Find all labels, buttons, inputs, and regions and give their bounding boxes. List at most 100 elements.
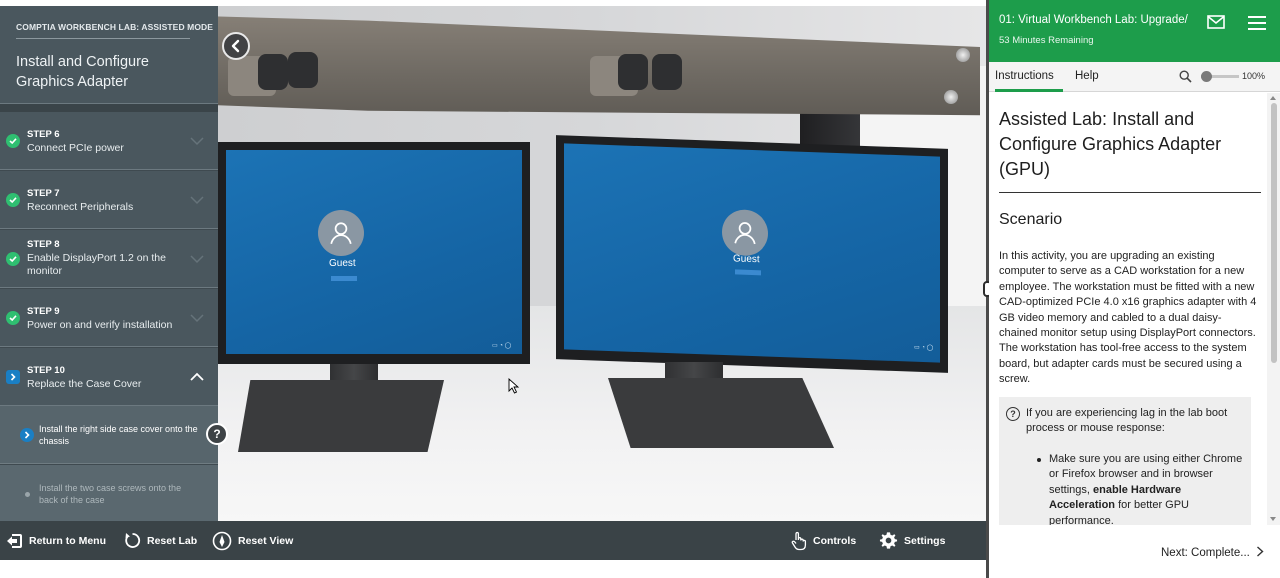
sign-in-button[interactable] (331, 276, 357, 281)
tab-instructions[interactable]: Instructions (995, 62, 1063, 92)
scroll-down-arrow-icon[interactable] (1270, 517, 1276, 521)
hand-pointer-icon (791, 531, 807, 550)
login-username: Guest (329, 258, 356, 269)
lab-heading: Assisted Lab: Install and Configure Grap… (999, 107, 1261, 193)
step-number: STEP 6 (27, 129, 60, 140)
power-outlet[interactable] (288, 52, 318, 88)
pending-dot-icon (20, 487, 34, 501)
lab-title: Install and Configure Graphics Adapter (16, 54, 149, 90)
gear-icon (879, 532, 898, 549)
step-name: Connect PCIe power (27, 142, 124, 154)
instructions-footer: Next: Complete... (989, 525, 1280, 578)
shelf-screw (956, 48, 970, 62)
current-step-arrow-icon (20, 428, 34, 442)
zoom-slider-knob[interactable] (1201, 71, 1212, 82)
user-avatar-icon (318, 210, 364, 256)
question-help-button[interactable]: ? (206, 423, 228, 445)
steps-panel-header: COMPTIA WORKBENCH LAB: ASSISTED MODE Ins… (0, 6, 218, 104)
reset-lab-label: Reset Lab (147, 534, 198, 547)
zoom-slider[interactable] (1201, 71, 1239, 82)
lab-steps-panel: COMPTIA WORKBENCH LAB: ASSISTED MODE Ins… (0, 6, 218, 521)
step-name: Power on and verify installation (27, 319, 173, 331)
reset-icon (125, 533, 141, 548)
tab-help[interactable]: Help (1075, 62, 1099, 92)
right-monitor[interactable]: Guest ▭ ◔ ◯ (556, 135, 948, 373)
step-6[interactable]: STEP 6 Connect PCIe power (0, 112, 218, 170)
step-number: STEP 7 (27, 188, 60, 199)
checkmark-icon (6, 252, 20, 266)
chevron-down-icon (190, 314, 204, 323)
note-bullet-item: Make sure you are using either Chrome or… (1049, 452, 1244, 525)
substep-current[interactable]: Install the right side case cover onto t… (0, 406, 218, 464)
performance-note: ? If you are experiencing lag in the lab… (999, 397, 1251, 525)
sign-in-button[interactable] (735, 269, 761, 276)
chevron-up-icon (190, 372, 204, 381)
checkmark-icon (6, 311, 20, 325)
step-number: STEP 10 (27, 365, 65, 376)
return-to-menu-label: Return to Menu (29, 534, 106, 547)
return-arrow-icon (7, 533, 22, 548)
scene-toolbar: Return to Menu Reset Lab Reset View Cont… (0, 521, 986, 560)
hamburger-menu-icon[interactable] (1248, 15, 1266, 31)
bullet-dot (1037, 458, 1041, 462)
lab-name: 01: Virtual Workbench Lab: Upgrade/ (999, 14, 1188, 26)
instructions-content: Assisted Lab: Install and Configure Grap… (989, 93, 1267, 525)
reset-lab-button[interactable]: Reset Lab (124, 521, 197, 560)
system-tray-icons: ▭ ◔ ◯ (492, 343, 512, 349)
step-9[interactable]: STEP 9 Power on and verify installation (0, 289, 218, 347)
reset-view-label: Reset View (238, 534, 294, 547)
mail-icon[interactable] (1207, 15, 1225, 29)
controls-button[interactable]: Controls (790, 521, 856, 560)
chevron-down-icon (190, 137, 204, 146)
step-8[interactable]: STEP 8 Enable DisplayPort 1.2 on the mon… (0, 230, 218, 288)
compass-icon (212, 531, 232, 550)
scroll-up-arrow-icon[interactable] (1270, 96, 1276, 100)
chevron-right-icon (1257, 546, 1264, 557)
checkmark-icon (6, 134, 20, 148)
scrollbar-thumb[interactable] (1271, 103, 1277, 363)
checkmark-icon (6, 193, 20, 207)
scenario-heading: Scenario (999, 211, 1063, 228)
system-tray-icons: ▭ ◔ ◯ (914, 344, 934, 352)
return-to-menu-button[interactable]: Return to Menu (6, 521, 106, 560)
step-number: STEP 8 (27, 239, 60, 250)
zoom-level: 100% (1242, 71, 1266, 81)
back-arrow-button[interactable] (222, 32, 250, 60)
settings-button[interactable]: Settings (879, 521, 945, 560)
header-divider (0, 104, 218, 112)
lab-mode-label: COMPTIA WORKBENCH LAB: ASSISTED MODE (16, 22, 213, 39)
instructions-panel: 01: Virtual Workbench Lab: Upgrade/ 53 M… (989, 0, 1280, 578)
search-icon (1179, 70, 1192, 83)
step-7[interactable]: STEP 7 Reconnect Peripherals (0, 171, 218, 229)
substep-pending[interactable]: Install the two case screws onto the bac… (0, 465, 218, 521)
left-monitor-base (238, 380, 444, 452)
step-number: STEP 9 (27, 306, 60, 317)
next-step-link[interactable]: Next: Complete... (1161, 546, 1264, 559)
login-username: Guest (733, 253, 760, 266)
power-outlet[interactable] (618, 54, 648, 90)
note-text: If you are experiencing lag in the lab b… (1026, 407, 1228, 435)
chevron-down-icon (190, 255, 204, 264)
substep-text: Install the right side case cover onto t… (39, 424, 198, 446)
substep-text: Install the two case screws onto the bac… (39, 483, 182, 505)
step-name: Enable DisplayPort 1.2 on the monitor (27, 252, 166, 277)
instructions-scrollbar[interactable] (1267, 93, 1280, 525)
shelf-screw (944, 90, 958, 104)
controls-label: Controls (813, 534, 857, 547)
step-10[interactable]: STEP 10 Replace the Case Cover (0, 348, 218, 406)
settings-label: Settings (904, 534, 946, 547)
current-step-arrow-icon (6, 370, 20, 384)
left-monitor[interactable]: Guest ▭ ◔ ◯ (218, 142, 530, 364)
chevron-down-icon (190, 196, 204, 205)
right-monitor-base (608, 378, 834, 448)
power-outlet[interactable] (258, 54, 288, 90)
chevron-left-icon (231, 39, 240, 53)
mouse-cursor-icon (508, 378, 520, 394)
question-circle-icon: ? (1006, 407, 1020, 421)
user-avatar-icon (722, 208, 768, 257)
right-monitor-screen: Guest ▭ ◔ ◯ (564, 143, 940, 363)
reset-view-button[interactable]: Reset View (212, 521, 293, 560)
power-outlet[interactable] (652, 54, 682, 90)
scenario-text: In this activity, you are upgrading an e… (999, 250, 1257, 386)
next-step-label: Next: Complete... (1161, 547, 1250, 559)
